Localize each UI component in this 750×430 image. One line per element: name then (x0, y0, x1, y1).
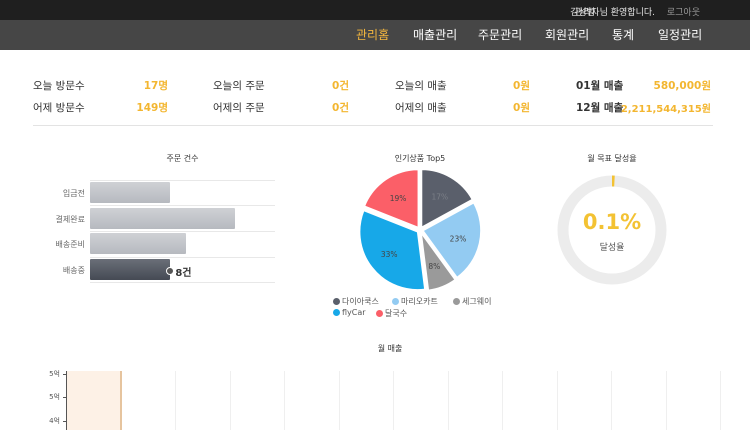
nav-item-stats[interactable]: 통계 (612, 20, 634, 50)
yesterday-sales-label: 어제의 매출 (395, 102, 447, 114)
orders-grid-line (90, 282, 275, 283)
pie-legend-item: 세그웨이 (453, 296, 491, 307)
legend-swatch (453, 298, 460, 305)
monthly-sales-grid-line (556, 371, 558, 430)
pie-slice (358, 209, 426, 291)
orders-category-label: 배송중 (62, 266, 85, 276)
month12-sales-value: 2,211,544,315원 (620, 104, 711, 115)
monthly-sales-grid-line (338, 371, 340, 430)
monthly-sales-grid-line (175, 371, 176, 430)
monthly-sales-y-tick: 5억 (49, 393, 60, 401)
orders-bar (90, 259, 171, 281)
pie-slice-label: 33% (381, 250, 398, 259)
monthly-sales-y-tick: 5억 (49, 370, 60, 378)
pie-legend-item: 달국수 (376, 308, 407, 319)
orders-highlight-dot (166, 267, 175, 276)
monthly-sales-bar (66, 371, 122, 430)
nav-item-orders[interactable]: 주문관리 (478, 20, 522, 50)
nav-item-sales[interactable]: 매출관리 (413, 20, 457, 50)
month1-sales-value: 580,000원 (653, 80, 711, 92)
pie-slice (363, 168, 420, 229)
monthly-sales-y-tick: 4억 (49, 417, 60, 425)
monthly-sales-grid-line (229, 371, 231, 430)
orders-grid-line (90, 180, 275, 181)
monthly-sales-grid-line (720, 371, 721, 430)
orders-bar (90, 207, 235, 229)
monthly-sales-y-tick-mark (63, 374, 67, 375)
orders-grid-line (90, 205, 275, 206)
goal-percent-value: 0.1% (582, 210, 642, 234)
legend-label: flyCar (342, 308, 366, 317)
today-sales-label: 오늘의 매출 (395, 80, 447, 92)
orders-highlight-label: 8건 (175, 268, 192, 280)
pie-slice (421, 201, 482, 279)
yesterday-orders-label: 어제의 주문 (213, 102, 265, 114)
goal-chart-title: 월 목표 달성율 (587, 154, 637, 163)
legend-swatch (333, 298, 340, 305)
goal-percent-label: 달성율 (599, 243, 625, 253)
orders-bar (90, 182, 171, 203)
orders-grid-line (90, 257, 275, 258)
pie-legend-item: 마리오카트 (392, 296, 438, 307)
yesterday-visitors-label: 어제 방문수 (33, 102, 85, 114)
orders-category-label: 결제완료 (55, 214, 85, 224)
today-orders-label: 오늘의 주문 (213, 80, 265, 92)
pie-slice (420, 168, 474, 229)
pie-legend-item: 다이아쿡스 (333, 296, 379, 307)
legend-label: 마리오카트 (401, 297, 438, 306)
orders-category-label: 배송준비 (55, 240, 85, 250)
welcome-text: 관리자님 환영합니다. (574, 8, 655, 18)
legend-label: 다이아쿡스 (342, 297, 379, 306)
top5-chart-title: 인기상품 Top5 (394, 154, 446, 163)
pie-slice-label: 8% (428, 262, 440, 271)
pie-slice-label: 17% (431, 192, 448, 201)
main-nav: 관리홈 매출관리 주문관리 회원관리 통계 일정관리 (0, 20, 750, 50)
orders-bar (90, 233, 187, 255)
pie-slice-label: 19% (390, 194, 407, 203)
yesterday-visitors-value: 149명 (136, 102, 168, 114)
monthly-sales-y-tick-mark (63, 397, 67, 398)
monthly-sales-grid-line (502, 371, 503, 430)
legend-label: 세그웨이 (462, 297, 492, 306)
monthly-sales-grid-line (393, 371, 394, 430)
today-orders-value: 0건 (332, 80, 349, 92)
legend-swatch (376, 310, 383, 317)
pie-slice-label: 23% (450, 234, 467, 243)
pie-slice (420, 232, 457, 292)
nav-item-home[interactable]: 관리홈 (356, 20, 389, 50)
today-sales-value: 0원 (513, 80, 530, 92)
nav-item-members[interactable]: 회원관리 (545, 20, 589, 50)
top-bar: 김성범 관리자님 환영합니다. 로그아웃 (0, 0, 750, 20)
logout-link[interactable]: 로그아웃 (667, 5, 700, 18)
pie-legend-item: flyCar (333, 308, 366, 317)
monthly-sales-title: 월 매출 (377, 344, 403, 353)
monthly-sales-grid-line (284, 371, 285, 430)
orders-category-label: 입금전 (62, 189, 85, 198)
monthly-sales-grid-line (665, 371, 667, 430)
today-visitors-value: 17명 (143, 80, 168, 92)
yesterday-sales-value: 0원 (513, 102, 530, 114)
monthly-sales-grid-line (447, 371, 449, 430)
monthly-sales-y-tick-mark (63, 421, 67, 422)
today-visitors-label: 오늘 방문수 (33, 80, 85, 92)
legend-label: 달국수 (385, 309, 408, 318)
nav-item-schedule[interactable]: 일정관리 (658, 20, 702, 50)
monthly-sales-grid-line (611, 371, 612, 430)
stats-divider (33, 125, 713, 126)
orders-grid-line (90, 231, 275, 232)
orders-chart-title: 주문 건수 (166, 154, 199, 163)
yesterday-orders-value: 0건 (332, 102, 349, 114)
legend-swatch (333, 309, 340, 316)
legend-swatch (392, 298, 399, 305)
